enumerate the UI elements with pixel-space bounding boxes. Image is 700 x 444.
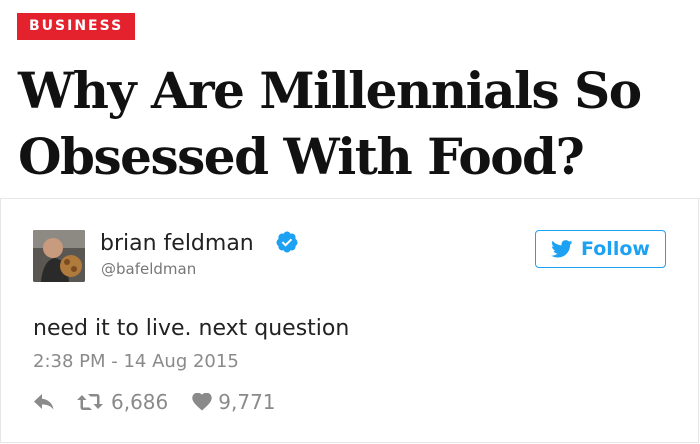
tweet-timestamp[interactable]: 2:38 PM - 14 Aug 2015: [33, 350, 239, 374]
category-badge[interactable]: BUSINESS: [17, 13, 136, 40]
retweet-button[interactable]: 6,686: [77, 388, 168, 416]
avatar-photo: [33, 230, 85, 282]
twitter-bird-icon: [551, 240, 573, 258]
article-headline[interactable]: Why Are Millennials So Obsessed With Foo…: [18, 58, 688, 190]
verified-badge-icon: [276, 231, 298, 253]
author-handle[interactable]: @bafeldman: [101, 259, 196, 279]
avatar[interactable]: [33, 230, 85, 282]
tweet-text: need it to live. next question: [33, 316, 350, 341]
author-name[interactable]: brian feldman: [100, 230, 254, 258]
follow-label: Follow: [581, 238, 650, 260]
heart-icon: [192, 393, 212, 411]
reply-button[interactable]: [33, 393, 77, 411]
like-count: 9,771: [218, 390, 276, 414]
retweet-count: 6,686: [111, 390, 169, 414]
like-button[interactable]: 9,771: [192, 388, 276, 416]
retweet-icon: [77, 394, 103, 410]
reply-icon: [34, 394, 54, 410]
article-header: BUSINESS Why Are Millennials So Obsessed…: [0, 0, 700, 199]
follow-button[interactable]: Follow: [535, 230, 666, 268]
tweet-actions: 6,686 9,771: [33, 388, 276, 416]
